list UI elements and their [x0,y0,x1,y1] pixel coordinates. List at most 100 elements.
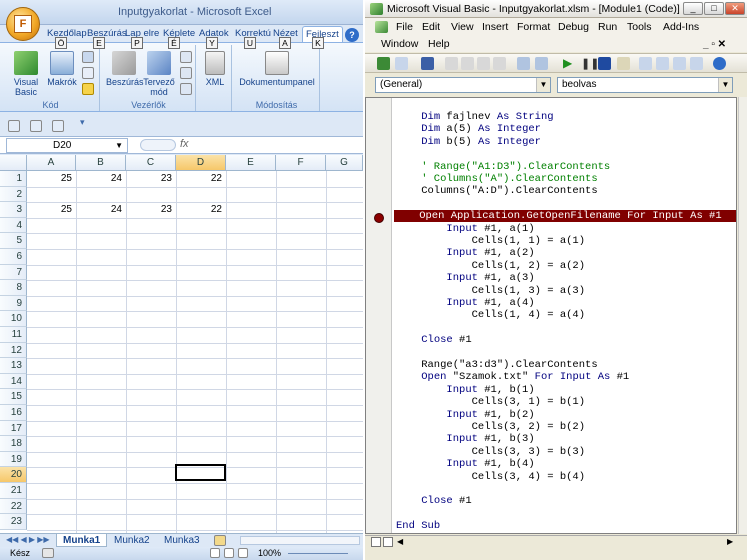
code-line[interactable]: Input #1, a(2) [396,247,534,259]
code-line[interactable]: Dim a(5) As Integer [396,123,541,135]
col-header-a[interactable]: A [27,155,76,171]
menu-file[interactable]: File [396,21,413,33]
code-line[interactable]: ' Columns("A").ClearContents [396,173,597,185]
undo-icon[interactable] [30,120,42,132]
find-icon[interactable] [493,57,506,70]
code-line[interactable]: Cells(3, 4) = b(4) [396,471,585,483]
code-line[interactable]: Input #1, b(3) [396,433,534,445]
row-header-18[interactable]: 18 [0,436,27,452]
vertical-scrollbar[interactable] [738,97,747,534]
row-header-16[interactable]: 16 [0,405,27,421]
row-header-4[interactable]: 4 [0,217,27,234]
row-header-5[interactable]: 5 [0,233,27,249]
procedure-view-icon[interactable] [371,537,381,547]
code-line[interactable]: Input #1, b(2) [396,409,534,421]
code-line[interactable]: Columns("A:D").ClearContents [396,185,597,197]
code-line[interactable]: Input #1, b(4) [396,458,534,470]
scroll-left-icon[interactable]: ◀ [397,537,403,546]
makrok-button[interactable]: Makrók [46,51,78,87]
formula-expand-icon[interactable] [140,139,176,151]
code-line[interactable]: Input #1, a(3) [396,272,534,284]
col-header-c[interactable]: C [126,155,176,171]
object-combo[interactable]: (General) ▼ [375,77,551,93]
code-line[interactable]: Range("a3:d3").ClearContents [396,359,597,371]
maximize-button[interactable]: □ [704,2,724,15]
properties-icon[interactable] [180,51,192,63]
view-excel-icon[interactable] [377,57,390,70]
office-button[interactable]: F [6,7,40,41]
col-header-g[interactable]: G [326,155,363,171]
row-header-20[interactable]: 20 [0,467,27,483]
row-header-19[interactable]: 19 [0,451,27,468]
record-macro-icon[interactable] [82,51,94,63]
scroll-right-icon[interactable]: ▶ [727,537,733,546]
code-line[interactable]: Open Application.GetOpenFilename For Inp… [394,210,736,223]
properties-icon[interactable] [656,57,669,70]
code-line[interactable]: Close #1 [396,334,471,346]
warning-icon[interactable] [82,83,94,95]
code-line[interactable]: Close #1 [396,495,471,507]
save-icon[interactable] [8,120,20,132]
close-button[interactable]: ✕ [725,2,745,15]
procedure-combo[interactable]: beolvas ▼ [557,77,733,93]
horizontal-scrollbar[interactable] [240,536,360,545]
full-module-view-icon[interactable] [383,537,393,547]
toolbox-icon[interactable] [690,57,703,70]
col-header-b[interactable]: B [76,155,126,171]
redo-icon[interactable] [52,120,64,132]
macro-record-icon[interactable] [42,548,54,558]
menu-run[interactable]: Run [598,21,617,33]
row-header-2[interactable]: 2 [0,186,27,203]
name-box[interactable]: D20 ▼ [6,138,128,153]
menu-tools[interactable]: Tools [627,21,652,33]
menu-format[interactable]: Format [517,21,550,33]
xml-button[interactable]: XML [202,51,228,87]
sheet-tab-munka1[interactable]: Munka1 [56,534,108,547]
row-header-3[interactable]: 3 [0,202,27,218]
menu-add-ins[interactable]: Add-Ins [663,21,699,33]
page-layout-icon[interactable] [224,548,234,558]
row-header-12[interactable]: 12 [0,342,27,359]
paste-icon[interactable] [477,57,490,70]
breakpoint-icon[interactable] [374,213,384,223]
code-line[interactable]: Input #1, a(1) [396,223,534,235]
project-explorer-icon[interactable] [639,57,652,70]
col-header-f[interactable]: F [276,155,326,171]
code-line[interactable]: Dim fajlnev As String [396,111,553,123]
minimize-button[interactable]: _ [683,2,703,15]
cell-c1[interactable]: 23 [126,171,176,186]
row-header-7[interactable]: 7 [0,264,27,281]
code-line[interactable]: Input #1, a(4) [396,297,534,309]
customize-qat-icon[interactable]: ▾ [80,117,85,128]
code-line[interactable]: Cells(3, 3) = b(3) [396,446,585,458]
row-header-9[interactable]: 9 [0,295,27,312]
code-line[interactable]: Cells(1, 4) = a(4) [396,309,585,321]
sheet-nav-icon[interactable]: ◀◀ ◀ ▶ ▶▶ [6,535,50,544]
row-header-22[interactable]: 22 [0,498,27,515]
cell-d3[interactable]: 22 [176,202,226,217]
row-header-8[interactable]: 8 [0,280,27,296]
break-icon[interactable]: ❚❚ [581,57,599,70]
page-break-icon[interactable] [238,548,248,558]
row-header-14[interactable]: 14 [0,373,27,390]
cut-icon[interactable] [445,57,458,70]
zoom-slider[interactable] [288,553,348,554]
active-cell-d20[interactable] [175,464,226,481]
run-icon[interactable]: ▶ [563,56,572,70]
code-line[interactable]: Cells(3, 1) = b(1) [396,396,585,408]
code-line[interactable]: Cells(1, 3) = a(3) [396,285,585,297]
tervezo-mod-button[interactable]: Tervező mód [142,51,176,97]
run-dialog-icon[interactable] [180,83,192,95]
menu-help[interactable]: Help [428,38,450,50]
insert-sheet-icon[interactable] [214,535,226,546]
row-header-10[interactable]: 10 [0,311,27,327]
relative-ref-icon[interactable] [82,67,94,79]
row-header-6[interactable]: 6 [0,249,27,265]
design-mode-icon[interactable] [617,57,630,70]
code-line[interactable]: Open "Szamok.txt" For Input As #1 [396,371,629,383]
view-code-icon[interactable] [180,67,192,79]
redo-icon[interactable] [535,57,548,70]
save-icon[interactable] [421,57,434,70]
row-header-13[interactable]: 13 [0,358,27,374]
code-line[interactable]: Cells(1, 2) = a(2) [396,260,585,272]
